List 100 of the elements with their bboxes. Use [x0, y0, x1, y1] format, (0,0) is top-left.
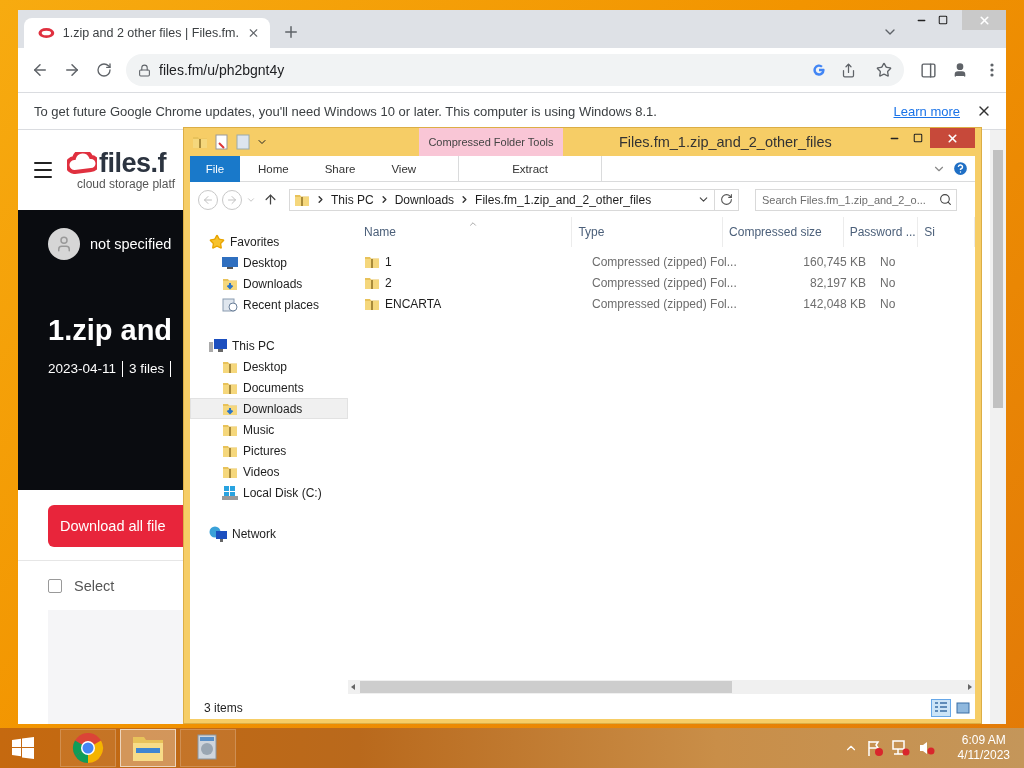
file-size: 142,048 KB [803, 296, 866, 311]
breadcrumb[interactable]: Files.fm_1.zip_and_2_other_files [475, 192, 652, 207]
back-arrow-icon [202, 193, 214, 206]
nav-item[interactable]: Downloads [190, 273, 348, 294]
password-status: No [880, 275, 896, 290]
computer-icon [209, 337, 227, 354]
address-field[interactable]: This PC Downloads Files.fm_1.zip_and_2_other_files [289, 188, 739, 211]
large-icons-view-icon [956, 701, 970, 714]
search-icon [939, 193, 952, 206]
nav-item[interactable]: Videos [190, 461, 348, 482]
clock-date: 4/11/2023 [957, 748, 1010, 763]
clock-time: 6:09 AM [961, 733, 1006, 748]
select-checkbox[interactable] [48, 579, 62, 593]
more-icon [990, 63, 994, 77]
file-type: Compressed (zipped) Fol... [592, 275, 737, 290]
folder-icon [192, 134, 208, 150]
recent-places-icon [222, 296, 238, 313]
details-view-button[interactable] [931, 698, 951, 717]
select-label: Select [74, 578, 115, 594]
details-view-icon [934, 701, 948, 714]
file-size: 160,745 KB [803, 254, 866, 269]
new-tab-icon[interactable] [282, 23, 300, 41]
learn-more-link[interactable]: Learn more [893, 103, 960, 119]
address-bar[interactable]: files.fm/u/ph2bgnt4y [126, 54, 904, 86]
ribbon-tab[interactable]: Home [240, 156, 307, 182]
maximize-icon [913, 133, 923, 143]
site-favicon [38, 27, 55, 39]
chrome-icon [72, 732, 104, 764]
file-name[interactable]: 1 [385, 254, 392, 269]
column-header[interactable]: Si [918, 217, 975, 247]
nav-item[interactable]: Documents [190, 377, 348, 398]
nav-item[interactable]: Network [190, 523, 348, 544]
file-size: 82,197 KB [809, 275, 866, 290]
taskbar-app-button[interactable] [120, 729, 176, 767]
help-icon[interactable] [952, 160, 969, 177]
ribbon-tab[interactable]: Extract [458, 156, 603, 182]
reload-icon [96, 62, 112, 78]
nav-item[interactable]: This PC [190, 335, 348, 356]
close-icon [946, 131, 959, 145]
scrollbar[interactable] [990, 130, 1006, 724]
site-tagline: cloud storage platf [77, 177, 176, 191]
forward-arrow-icon [63, 61, 81, 79]
sort-icon [468, 219, 478, 229]
ribbon-tab[interactable]: Share [306, 156, 374, 182]
column-header[interactable]: Name [348, 217, 573, 247]
avatar-icon [48, 228, 80, 260]
nav-item[interactable]: Local Disk (C:) [190, 482, 348, 503]
password-status: No [880, 296, 896, 311]
refresh-icon [720, 193, 733, 206]
lock-icon [138, 63, 151, 77]
network-status-icon[interactable] [891, 739, 910, 757]
side-panel-icon [919, 61, 937, 79]
nav-item[interactable]: Recent places [190, 294, 348, 315]
file-explorer-icon [132, 734, 164, 762]
breadcrumb-separator-icon[interactable] [315, 194, 326, 205]
volume-muted-icon[interactable] [917, 739, 936, 757]
close-button[interactable] [930, 128, 975, 148]
star-icon [209, 233, 225, 250]
taskbar-app-button[interactable] [180, 729, 236, 767]
upload-date: 2023-04-11 [48, 361, 124, 377]
file-name[interactable]: 2 [385, 275, 392, 290]
ribbon-tab[interactable]: View [373, 156, 435, 182]
search-field[interactable]: Search Files.fm_1.zip_and_2_o... [755, 188, 957, 211]
column-header[interactable]: Password ... [843, 217, 919, 247]
properties-icon[interactable] [214, 134, 230, 150]
file-name[interactable]: ENCARTA [385, 296, 442, 311]
site-logo: files.f [99, 149, 167, 177]
column-header[interactable]: Compressed size [723, 217, 844, 247]
item-count: 3 items [204, 700, 244, 715]
nav-item[interactable]: Favorites [190, 231, 348, 252]
infobar-message: To get future Google Chrome updates, you'll need Windows 10 or later. This computer is using Windows 8.1. [34, 103, 658, 119]
maximize-icon [938, 15, 948, 25]
nav-item[interactable]: Desktop [190, 356, 348, 377]
breadcrumb[interactable]: Downloads [394, 192, 455, 207]
column-header[interactable]: Type [572, 217, 724, 247]
action-center-flag-icon[interactable] [865, 739, 884, 757]
download-button[interactable]: Download all file [48, 505, 183, 547]
close-tab-icon[interactable] [247, 26, 260, 40]
file-type: Compressed (zipped) Fol... [592, 254, 737, 269]
breadcrumb[interactable]: This PC [331, 192, 374, 207]
window-title: Files.fm_1.zip_and_2_other_files [619, 134, 832, 150]
nav-item[interactable]: Downloads [190, 398, 348, 419]
google-icon[interactable] [812, 63, 826, 77]
browser-tab[interactable]: 1.zip and 2 other files | Files.fm. [24, 18, 270, 48]
monitor-icon [222, 255, 238, 270]
nav-item[interactable]: Pictures [190, 440, 348, 461]
file-type: Compressed (zipped) Fol... [592, 296, 737, 311]
nav-item[interactable]: Desktop [190, 252, 348, 273]
windows-logo-icon [11, 737, 34, 759]
file-count: 3 files [129, 361, 172, 377]
network-icon [209, 525, 227, 542]
taskbar-app-button[interactable] [60, 729, 116, 767]
file-menu-button[interactable]: File [190, 156, 240, 182]
horizontal-scrollbar[interactable] [348, 680, 975, 694]
owner-name: not specified [90, 236, 172, 252]
share-icon [840, 62, 856, 78]
nav-item[interactable]: Music [190, 419, 348, 440]
password-status: No [880, 254, 896, 269]
close-icon [977, 13, 991, 27]
profile-icon [952, 62, 968, 78]
